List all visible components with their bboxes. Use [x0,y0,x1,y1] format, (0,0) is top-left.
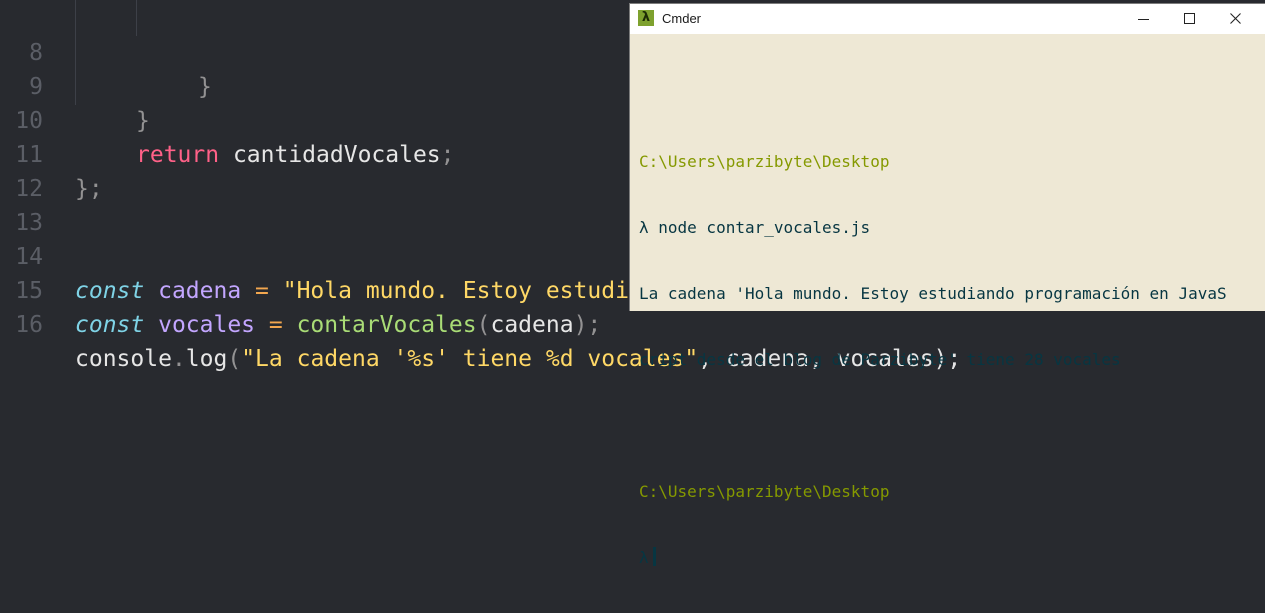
window-title: Cmder [662,11,702,26]
minimize-icon [1138,19,1149,20]
command-line: λ node contar_vocales.js [639,218,871,237]
operator: = [255,312,283,338]
title-bar[interactable]: λ Cmder [630,4,1265,34]
dot: . [171,346,186,372]
function-name: contarVocales [282,312,477,338]
line-number: 16 [15,312,43,338]
paren: ); [573,312,602,338]
prompt-lambda: λ [639,548,649,567]
argument: cadena [490,312,574,338]
maximize-button[interactable] [1167,4,1213,34]
prompt-path: C:\Users\parzibyte\Desktop [639,482,890,501]
object-name: console [75,346,172,372]
variable-name: vocales [144,312,256,338]
cmder-window[interactable]: λ Cmder C:\Users\parzibyte\Desktop λ nod… [629,3,1265,567]
text-cursor [652,547,656,566]
close-icon [1230,13,1241,24]
string-literal: "La cadena '%s' tiene %d vocales" [241,346,699,372]
paren: ( [476,312,491,338]
close-button[interactable] [1213,4,1259,34]
paren: ( [227,346,242,372]
output-line: cript desde el blog de Parzibyte' tiene … [639,350,1121,369]
maximize-icon [1184,13,1195,24]
minimize-button[interactable] [1121,4,1167,34]
cmder-lambda-icon: λ [638,10,654,26]
keyword-const: const [75,312,145,338]
output-line: La cadena 'Hola mundo. Estoy estudiando … [639,284,1227,303]
function-name: log [185,346,228,372]
prompt-line[interactable]: λ [639,547,1227,569]
terminal-output[interactable]: C:\Users\parzibyte\Desktop λ node contar… [639,41,1227,613]
prompt-path: C:\Users\parzibyte\Desktop [639,152,890,171]
